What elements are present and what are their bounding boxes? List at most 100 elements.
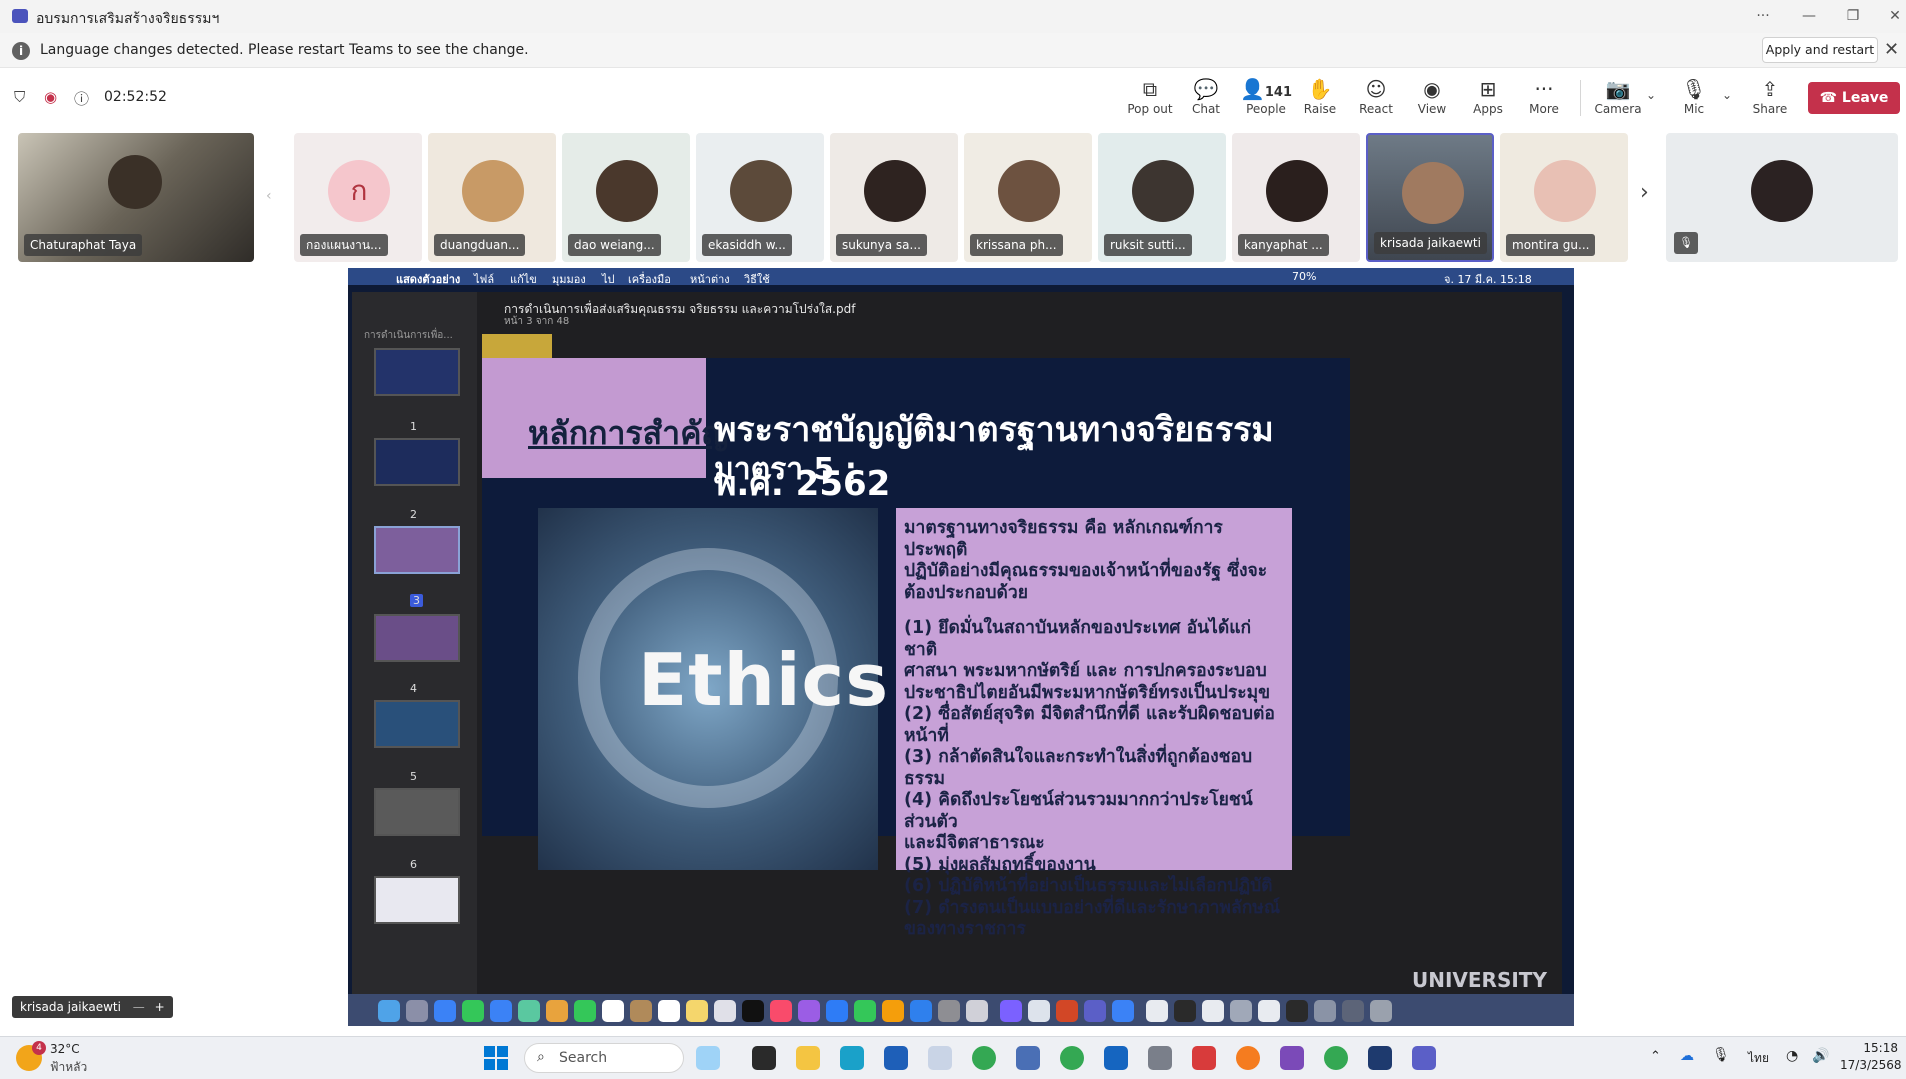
app-icon[interactable]: [1016, 1046, 1040, 1070]
apple-tv-icon: [742, 1000, 764, 1022]
pop-out-label: Pop out: [1127, 102, 1173, 116]
chat-button[interactable]: 💬 Chat: [1178, 76, 1234, 124]
teams-icon[interactable]: [1412, 1046, 1436, 1070]
scroll-right-icon[interactable]: ›: [1640, 180, 1649, 205]
firefox-icon[interactable]: [1236, 1046, 1260, 1070]
slide: หลักการสำคัญ พระราชบัญญัติมาตรฐานทางจริย…: [482, 358, 1350, 939]
shield-icon: ⛉: [14, 88, 26, 106]
slide-body-line: (2) ซื่อสัตย์สุจริต มีจิตสำนึกที่ดี และร…: [904, 704, 1275, 724]
notification-bar: i Language changes detected. Please rest…: [0, 33, 1906, 68]
notes-icon: [686, 1000, 708, 1022]
view-button[interactable]: ◉ View: [1404, 76, 1460, 124]
scroll-left-icon[interactable]: ‹: [266, 188, 272, 204]
widget-icon[interactable]: [696, 1046, 720, 1070]
apply-and-restart-button[interactable]: Apply and restart: [1762, 37, 1878, 63]
slide-body-line: (6) ปฏิบัติหน้าที่อย่างเป็นธรรมและไม่เลื…: [904, 876, 1273, 896]
participant-tile[interactable]: kanyaphat ...: [1232, 133, 1360, 262]
chrome-icon[interactable]: [1324, 1046, 1348, 1070]
wifi-icon[interactable]: ◔: [1786, 1048, 1798, 1064]
more-options-icon[interactable]: ···: [1748, 4, 1778, 28]
mic-muted-icon[interactable]: 🎙: [1712, 1047, 1730, 1063]
windows-start-icon[interactable]: [484, 1046, 508, 1070]
participant-tile[interactable]: krissana ph...: [964, 133, 1092, 262]
raise-hand-button[interactable]: ✋ Raise: [1292, 76, 1348, 124]
meeting-info-icon[interactable]: ⓘ: [74, 88, 89, 109]
app-icon[interactable]: [928, 1046, 952, 1070]
camera-button[interactable]: 📷 Camera: [1590, 76, 1646, 124]
apps-button[interactable]: ⊞ Apps: [1460, 76, 1516, 124]
participant-tile[interactable]: ekasiddh w...: [696, 133, 824, 262]
calculator-icon[interactable]: [1148, 1046, 1172, 1070]
chrome-icon[interactable]: [972, 1046, 996, 1070]
self-view-label[interactable]: krisada jaikaewti — +: [12, 996, 173, 1018]
participant-tile[interactable]: ruksit sutti...: [1098, 133, 1226, 262]
people-icon: 👤141: [1239, 77, 1293, 101]
participant-name: krissana ph...: [970, 234, 1063, 256]
leave-button[interactable]: ☎ Leave: [1808, 82, 1900, 114]
participant-tile[interactable]: dao weiang...: [562, 133, 690, 262]
onedrive-icon[interactable]: ☁: [1680, 1048, 1694, 1064]
search-placeholder: Search: [559, 1050, 608, 1066]
participant-tile[interactable]: ก กองแผนงาน...: [294, 133, 422, 262]
people-label: People: [1246, 102, 1286, 116]
pop-out-icon: ⧉: [1142, 77, 1158, 101]
restore-button[interactable]: ❐: [1838, 4, 1868, 28]
avatar: [1132, 160, 1194, 222]
close-notification-icon[interactable]: ✕: [1884, 39, 1899, 60]
ethics-word: Ethics: [638, 638, 890, 722]
people-button[interactable]: 👤141 People: [1234, 76, 1298, 124]
show-hidden-icons[interactable]: ⌃: [1650, 1049, 1661, 1064]
participant-name: kanyaphat ...: [1238, 234, 1329, 256]
thumbnail-sidebar: การดำเนินการเพื่อ... 1 2 3 4 5 6: [352, 292, 477, 1026]
participant-strip: Chaturaphat Taya ‹ ก กองแผนงาน... duangd…: [0, 128, 1906, 268]
teams-icon: [1084, 1000, 1106, 1022]
participant-name: sukunya sa...: [836, 234, 927, 256]
app-icon[interactable]: [1104, 1046, 1128, 1070]
app-icon[interactable]: [1368, 1046, 1392, 1070]
university-label: UNIVERSITY: [1412, 968, 1547, 992]
participant-name: montira gu...: [1506, 234, 1596, 256]
store-icon[interactable]: [884, 1046, 908, 1070]
minimize-button[interactable]: —: [1794, 4, 1824, 28]
task-view-icon[interactable]: [752, 1046, 776, 1070]
visual-studio-icon[interactable]: [1280, 1046, 1304, 1070]
camera-options-chevron-icon[interactable]: ⌄: [1646, 88, 1656, 102]
slide-body-line: (7) ดำรงตนเป็นแบบอย่างที่ดีและรักษาภาพลั…: [904, 897, 1281, 918]
mic-options-chevron-icon[interactable]: ⌄: [1722, 88, 1732, 102]
react-button[interactable]: ☺ React: [1348, 76, 1404, 124]
main-video-tile[interactable]: Chaturaphat Taya: [18, 133, 254, 262]
close-window-button[interactable]: ✕: [1880, 4, 1906, 28]
clock-time[interactable]: 15:18: [1840, 1041, 1898, 1055]
mic-button[interactable]: 🎙 Mic: [1666, 76, 1722, 124]
windows-taskbar: 4 32°C ฟ้าหลัว ⌕ Search ⌃ ☁ 🎙 ไทย ◔ 🔊 15…: [0, 1036, 1906, 1079]
pop-out-button[interactable]: ⧉ Pop out: [1122, 76, 1178, 124]
participant-tile[interactable]: sukunya sa...: [830, 133, 958, 262]
minimize-icon[interactable]: —: [133, 1000, 145, 1014]
participant-tile[interactable]: montira gu...: [1500, 133, 1628, 262]
chat-icon: 💬: [1193, 77, 1219, 101]
trash-icon: [1370, 1000, 1392, 1022]
participant-tile[interactable]: duangduan...: [428, 133, 556, 262]
volume-icon[interactable]: 🔊: [1812, 1048, 1829, 1064]
people-count: 141: [1264, 85, 1293, 100]
taskbar-search[interactable]: ⌕ Search: [524, 1043, 684, 1073]
share-button[interactable]: ⇪ Share: [1742, 76, 1798, 124]
page-number: 5: [410, 770, 417, 783]
expand-icon[interactable]: +: [155, 1000, 165, 1014]
active-speaker-tile[interactable]: krisada jaikaewti: [1366, 133, 1494, 262]
input-language[interactable]: ไทย: [1748, 1049, 1769, 1068]
info-icon: i: [12, 42, 30, 60]
file-explorer-icon[interactable]: [796, 1046, 820, 1070]
participant-tile[interactable]: 🎙: [1666, 133, 1898, 262]
avatar: [596, 160, 658, 222]
app-icon[interactable]: [1192, 1046, 1216, 1070]
edge-icon[interactable]: [840, 1046, 864, 1070]
more-button[interactable]: ··· More: [1516, 76, 1572, 124]
notification-message: Language changes detected. Please restar…: [40, 42, 529, 58]
clock-date[interactable]: 17/3/2568: [1840, 1058, 1902, 1072]
chrome-icon[interactable]: [1060, 1046, 1084, 1070]
participant-video: [108, 155, 162, 209]
slide-key-label: หลักการสำคัญ: [528, 414, 729, 452]
window-thumbnail-icon: [1314, 1000, 1336, 1022]
messages-icon: [462, 1000, 484, 1022]
